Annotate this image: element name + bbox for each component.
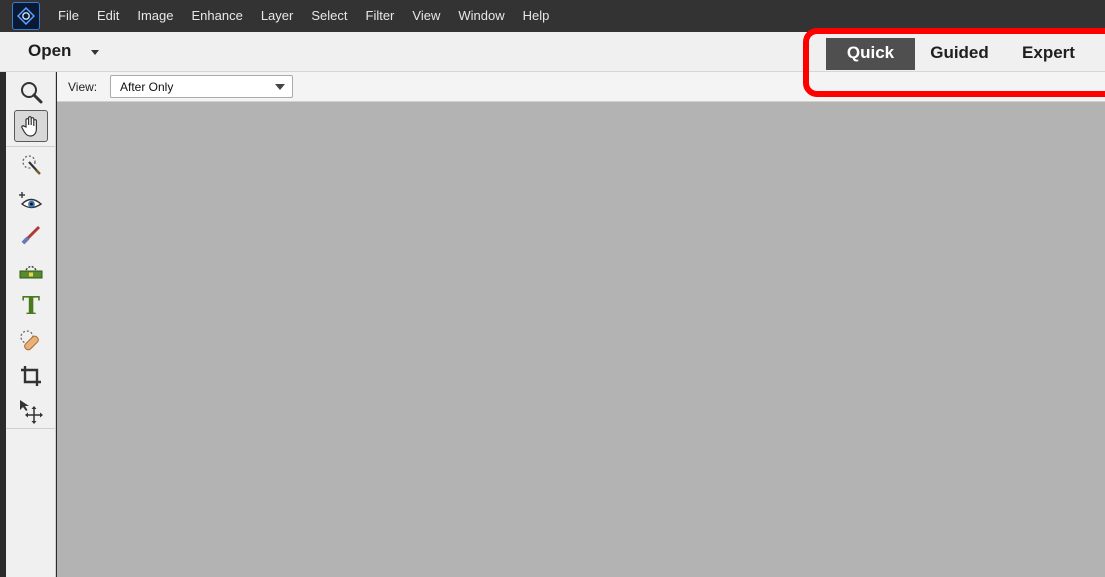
chevron-down-icon: [275, 84, 285, 90]
menu-image[interactable]: Image: [128, 0, 182, 32]
image-canvas[interactable]: [57, 102, 1105, 577]
mode-tabs: Quick Guided Expert: [826, 38, 1093, 70]
tool-separator: [6, 146, 56, 147]
tool-separator: [6, 428, 56, 429]
view-label: View:: [68, 80, 98, 94]
move-icon[interactable]: [14, 395, 48, 427]
menu-enhance[interactable]: Enhance: [183, 0, 252, 32]
view-select[interactable]: After Only: [110, 75, 293, 98]
open-dropdown-icon[interactable]: [91, 50, 99, 55]
menu-help[interactable]: Help: [514, 0, 559, 32]
menu-select[interactable]: Select: [302, 0, 356, 32]
hand-icon[interactable]: [14, 110, 48, 142]
app-logo-icon[interactable]: [12, 2, 40, 30]
svg-text:T: T: [22, 292, 40, 318]
zoom-icon[interactable]: [14, 76, 48, 108]
type-icon[interactable]: T: [14, 289, 48, 321]
menu-file[interactable]: File: [49, 0, 88, 32]
quick-selection-icon[interactable]: [14, 149, 48, 181]
menu-layer[interactable]: Layer: [252, 0, 303, 32]
menu-view[interactable]: View: [403, 0, 449, 32]
tab-quick[interactable]: Quick: [826, 38, 915, 70]
view-select-value: After Only: [120, 80, 174, 94]
menu-edit[interactable]: Edit: [88, 0, 128, 32]
mode-bar: Open Quick Guided Expert: [0, 32, 1105, 72]
tab-expert[interactable]: Expert: [1004, 38, 1093, 70]
whiten-teeth-icon[interactable]: [14, 219, 48, 251]
spot-healing-icon[interactable]: [14, 325, 48, 357]
crop-icon[interactable]: [14, 360, 48, 392]
menu-window[interactable]: Window: [449, 0, 513, 32]
menu-filter[interactable]: Filter: [357, 0, 404, 32]
tab-guided[interactable]: Guided: [915, 38, 1004, 70]
red-eye-icon[interactable]: [14, 185, 48, 217]
straighten-icon[interactable]: [14, 254, 48, 286]
options-bar: View: After Only: [57, 72, 1105, 102]
open-button[interactable]: Open: [28, 41, 71, 61]
menu-bar: File Edit Image Enhance Layer Select Fil…: [0, 0, 1105, 32]
tool-panel: T: [6, 72, 56, 577]
